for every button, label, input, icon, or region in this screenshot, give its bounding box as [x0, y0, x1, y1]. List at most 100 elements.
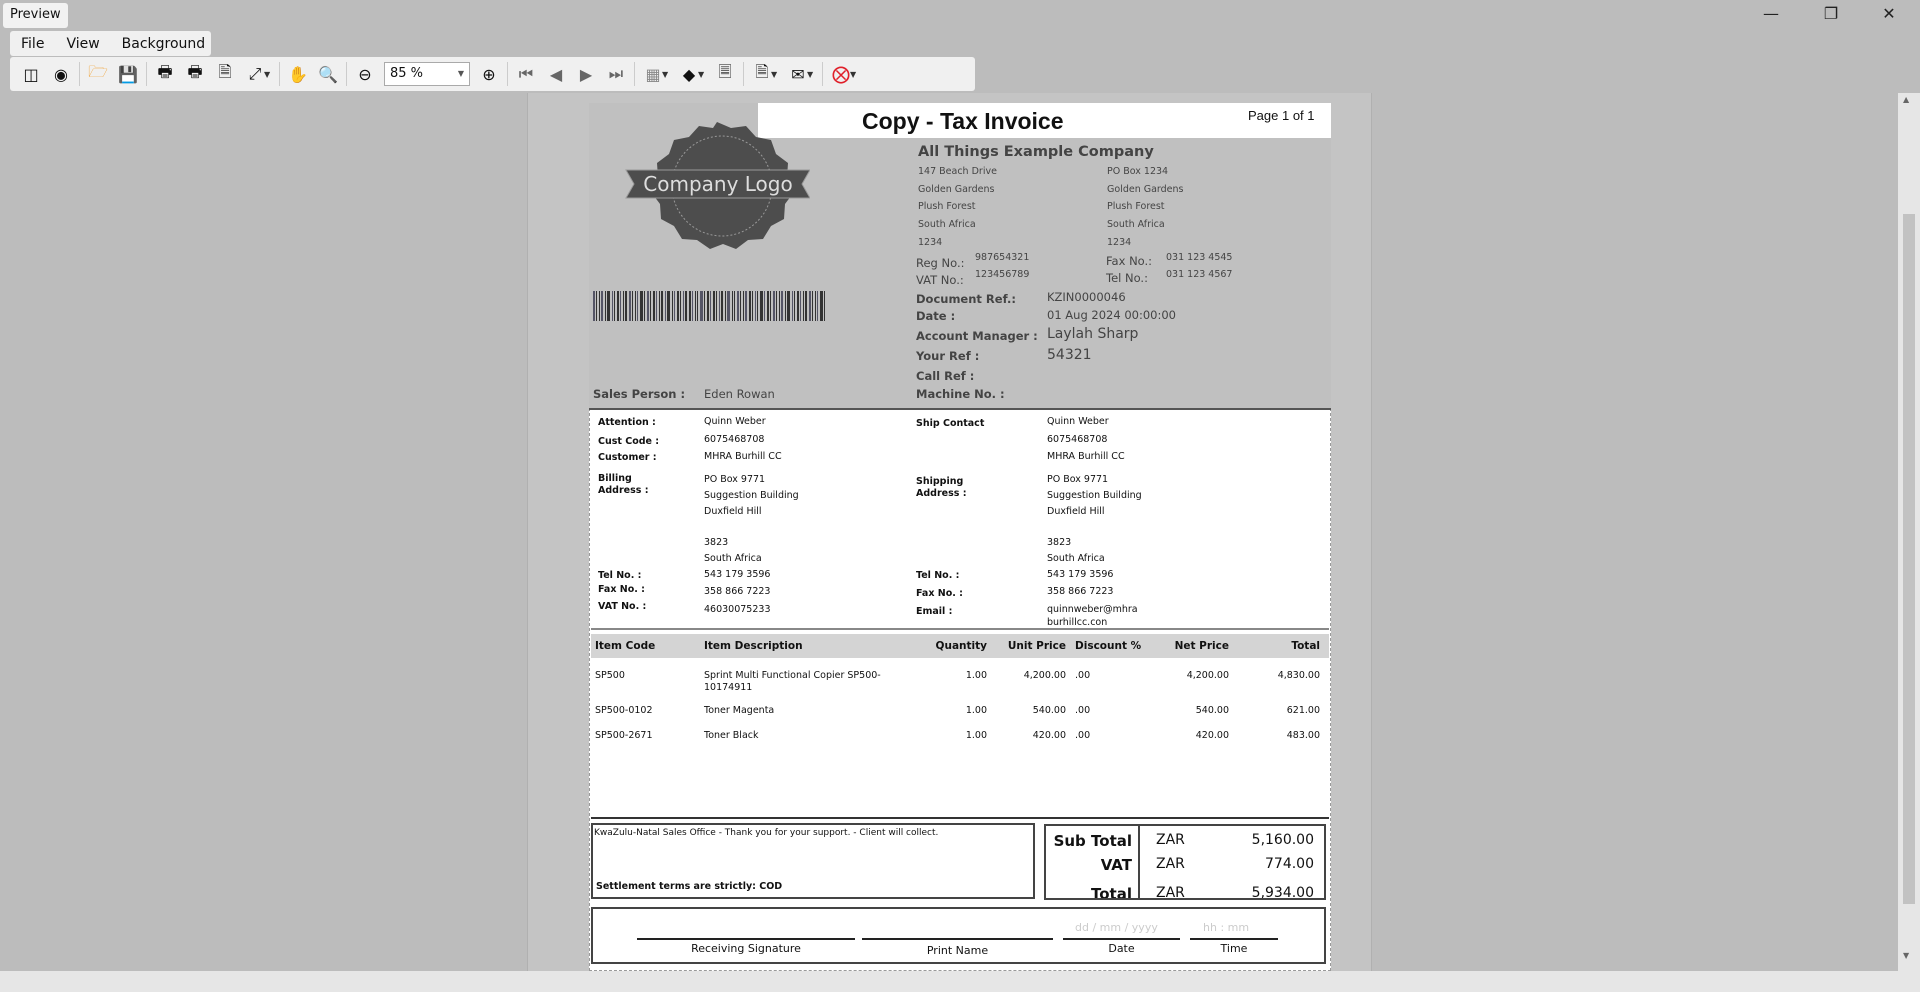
barcode-bar	[672, 291, 673, 321]
menu-background[interactable]: Background	[111, 36, 217, 52]
menu-file[interactable]: File	[10, 36, 55, 52]
cell-item-code: SP500	[595, 670, 625, 681]
name-line	[862, 938, 1053, 940]
barcode-bar	[707, 291, 709, 321]
last-page-icon[interactable]: ⏭	[601, 61, 631, 87]
barcode-bar	[779, 291, 780, 321]
window-tab-preview[interactable]: Preview	[3, 3, 68, 28]
watermark-icon[interactable]: 🗏	[710, 61, 740, 87]
barcode-bar	[820, 291, 823, 321]
find-binoculars-icon[interactable]: ◉	[46, 61, 76, 87]
cell-total: 621.00	[1286, 705, 1320, 716]
multiple-pages-dropdown-icon[interactable]: ▼	[662, 70, 674, 79]
barcode-bar	[697, 291, 698, 321]
billing-address-label: Billing Address :	[598, 473, 649, 497]
vat-label: VAT No. :	[598, 601, 647, 612]
barcode-bar	[752, 291, 753, 321]
tel-label: Tel No. :	[598, 570, 642, 581]
barcode-bar	[659, 291, 660, 321]
separator	[507, 62, 508, 86]
close-dropdown-icon[interactable]: ▼	[850, 70, 862, 79]
title-bar	[0, 0, 1920, 30]
zoom-out-icon[interactable]: ⊖	[350, 61, 380, 87]
barcode-bar	[755, 291, 756, 321]
barcode-bar	[824, 291, 825, 321]
cell-discount: .00	[1075, 705, 1091, 716]
cell-unit-price: 420.00	[1032, 730, 1066, 741]
open-folder-icon[interactable]: 🗁	[83, 61, 113, 87]
magnifier-icon[interactable]: 🔍	[313, 61, 343, 87]
barcode-bar	[593, 291, 595, 321]
machine-no-label: Machine No. :	[916, 387, 1005, 401]
address-line: 3823	[1047, 537, 1072, 548]
menu-bar: File View Background	[10, 31, 211, 56]
separator	[79, 62, 80, 86]
page-indicator: Page 1 of 1	[1248, 108, 1315, 123]
sidebar-toggle-icon[interactable]: ◫	[16, 61, 46, 87]
next-page-icon[interactable]: ▶	[571, 61, 601, 87]
print-icon[interactable]: 🖶	[150, 61, 180, 87]
barcode-bar	[647, 291, 649, 321]
scale-dropdown-icon[interactable]: ▼	[264, 70, 276, 79]
close-button[interactable]: ✕	[1874, 4, 1904, 26]
address-postal: PO Box 1234 Golden Gardens Plush Forest Sou…	[1107, 163, 1184, 252]
barcode-bar	[637, 291, 638, 321]
ship-fax-value: 358 866 7223	[1047, 586, 1114, 597]
separator	[346, 62, 347, 86]
subtotal-currency: ZAR	[1156, 832, 1185, 848]
docref-label: Document Ref.:	[916, 292, 1016, 306]
date-line	[1063, 938, 1180, 940]
vertical-scrollbar[interactable]: ▲ ▼	[1898, 93, 1920, 971]
zoom-value: 85 %	[390, 66, 424, 81]
your-ref-label: Your Ref :	[916, 349, 980, 363]
scroll-up-icon[interactable]: ▲	[1903, 95, 1909, 104]
barcode-bar	[677, 291, 679, 321]
quick-print-icon[interactable]: 🖶	[180, 61, 210, 87]
barcode-bar	[749, 291, 751, 321]
barcode-bar	[815, 291, 816, 321]
save-icon[interactable]: 💾	[113, 61, 143, 87]
barcode-bar	[803, 291, 804, 321]
reg-value: 987654321	[975, 252, 1030, 263]
barcode-bar	[661, 291, 663, 321]
address-line: PO Box 9771	[704, 474, 766, 485]
col-total: Total	[1291, 640, 1320, 652]
address-line: Golden Gardens	[1107, 183, 1184, 195]
hand-tool-icon[interactable]: ✋	[283, 61, 313, 87]
date-value: 01 Aug 2024 00:00:00	[1047, 308, 1176, 322]
horizontal-scrollbar[interactable]	[0, 971, 1920, 992]
address-line: South Africa	[1107, 219, 1165, 231]
restore-button[interactable]: ❐	[1816, 4, 1846, 26]
date-label: Date	[1108, 942, 1135, 955]
menu-view[interactable]: View	[55, 36, 110, 52]
minimize-button[interactable]: —	[1756, 4, 1786, 26]
reg-label: Reg No.:	[916, 256, 965, 270]
ship-contact-label: Ship Contact	[916, 418, 985, 429]
invoice-title: Copy - Tax Invoice	[862, 108, 1064, 134]
items-bottom-rule	[591, 817, 1329, 819]
barcode-bar	[737, 291, 739, 321]
chevron-down-icon: ▼	[457, 69, 464, 78]
subtotal-value: 5,160.00	[1251, 832, 1314, 848]
zoom-in-icon[interactable]: ⊕	[474, 61, 504, 87]
scroll-thumb[interactable]	[1903, 214, 1915, 904]
page-color-dropdown-icon[interactable]: ▼	[698, 70, 710, 79]
subtotal-label: Sub Total	[1053, 832, 1132, 850]
barcode-bar	[770, 291, 771, 321]
email-dropdown-icon[interactable]: ▼	[807, 70, 819, 79]
zoom-select[interactable]: 85 % ▼	[384, 62, 470, 86]
barcode-bar	[787, 291, 790, 321]
page-setup-icon[interactable]: 🗎	[210, 61, 240, 87]
first-page-icon[interactable]: ⏮	[511, 61, 541, 87]
barcode-bar	[653, 291, 655, 321]
notes-text: KwaZulu-Natal Sales Office - Thank you f…	[594, 828, 939, 838]
barcode-bar	[725, 291, 726, 321]
scroll-down-icon[interactable]: ▼	[1903, 951, 1909, 960]
account-manager-label: Account Manager :	[916, 329, 1038, 343]
previous-page-icon[interactable]: ◀	[541, 61, 571, 87]
cell-unit-price: 540.00	[1032, 705, 1066, 716]
address-line: PO Box 9771	[1047, 474, 1109, 485]
barcode-bar	[797, 291, 799, 321]
totals-box: Sub Total ZAR 5,160.00 VAT ZAR 774.00 To…	[1044, 824, 1326, 900]
export-dropdown-icon[interactable]: ▼	[771, 70, 783, 79]
